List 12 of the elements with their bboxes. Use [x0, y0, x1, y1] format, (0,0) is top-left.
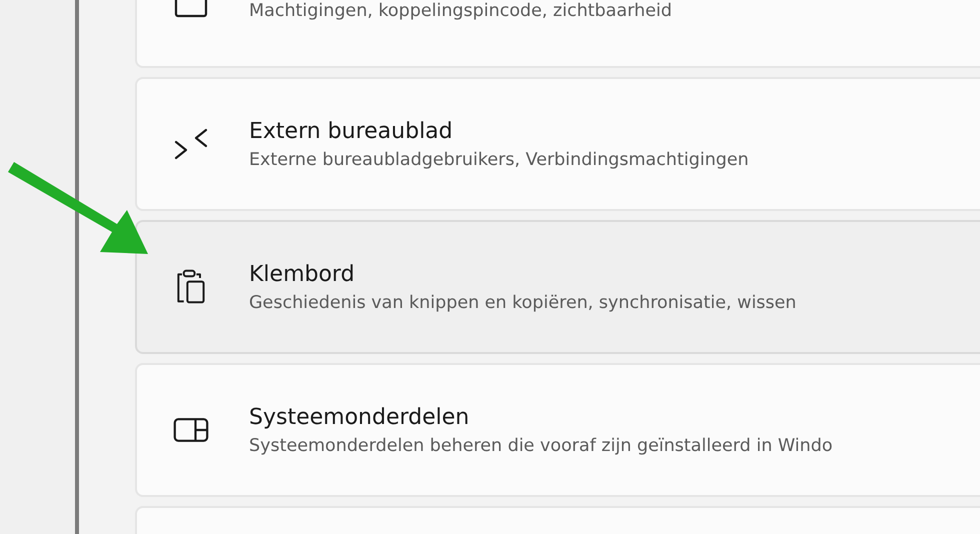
setting-title: Klembord: [249, 262, 356, 286]
setting-description: Geschiedenis van knippen en kopiëren, synchronisatie, wissen: [249, 292, 796, 312]
settings-card[interactable]: Machtigingen, koppelingspincode, zichtbaarheid: [135, 0, 980, 68]
settings-card[interactable]: Klembord Geschiedenis van knippen en kopiëren, synchronisatie, wissen: [135, 220, 980, 354]
settings-card[interactable]: Systeemonderdelen Systeemonderdelen beheren die vooraf zijn geïnstalleerd in Windo: [135, 363, 980, 497]
setting-description: Externe bureaubladgebruikers, Verbindingsmachtigingen: [249, 150, 749, 170]
remote-desktop-icon: [173, 126, 209, 162]
setting-title: Extern bureaublad: [249, 118, 454, 144]
settings-card[interactable]: Extern bureaublad Externe bureaubladgebruikers, Verbindingsmachtigingen: [135, 77, 980, 211]
setting-description: Systeemonderdelen beheren die vooraf zijn geïnstalleerd in Windo: [249, 436, 833, 456]
setting-description: Machtigingen, koppelingspincode, zichtbaarheid: [249, 1, 672, 21]
setting-title: Systeemonderdelen: [249, 404, 470, 430]
